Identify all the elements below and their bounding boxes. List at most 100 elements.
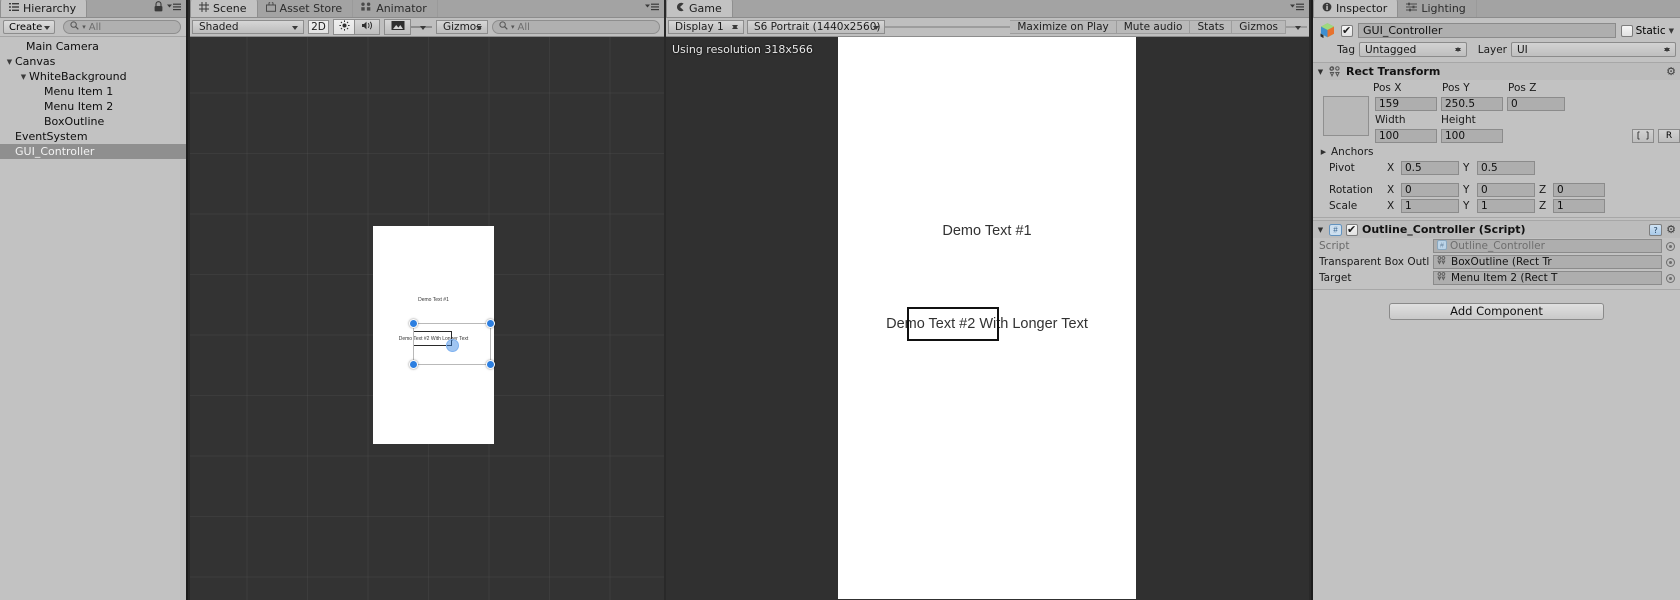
tab-animator[interactable]: Animator [353, 0, 438, 17]
game-viewport[interactable]: Using resolution 318x566 Demo Text #1 De… [666, 37, 1309, 600]
transparent-box-outline-field[interactable]: BoxOutline (Rect Tr [1433, 255, 1662, 269]
create-button[interactable]: Create [3, 20, 56, 34]
pos-z-field[interactable]: 0 [1507, 97, 1565, 111]
scene-fx-dropdown[interactable] [411, 26, 432, 30]
resize-handle-bottom-right[interactable] [486, 360, 495, 369]
script-value: Outline_Controller [1450, 240, 1545, 252]
rotation-y-field[interactable]: 0 [1477, 183, 1535, 197]
transparent-box-outline-picker[interactable] [1666, 257, 1675, 267]
game-tabbar: Game [666, 0, 1309, 18]
game-panel: Game Display 1 S6 Portrait (1440x2560) M… [666, 0, 1309, 600]
outline-controller-header[interactable]: ▼ # Outline_Controller (Script) ? ⚙ [1313, 221, 1680, 238]
hierarchy-item-label: Canvas [15, 55, 56, 68]
game-gizmos-dropdown[interactable] [1286, 26, 1307, 30]
scene-search-input[interactable]: ▾ All [492, 20, 660, 34]
resize-handle-bottom-left[interactable] [409, 360, 418, 369]
tab-hierarchy-label: Hierarchy [23, 2, 77, 15]
scale-x-field[interactable]: 1 [1401, 199, 1459, 213]
tab-hierarchy[interactable]: Hierarchy [0, 0, 88, 17]
gameobject-enabled-checkbox[interactable] [1341, 24, 1353, 37]
hierarchy-item-menu-item-2[interactable]: Menu Item 2 [0, 99, 186, 114]
layer-dropdown[interactable]: UI [1511, 42, 1676, 57]
scale-y-field[interactable]: 1 [1477, 199, 1535, 213]
scene-gizmos-dropdown[interactable]: Gizmos [436, 20, 488, 34]
pos-x-field[interactable]: 159 [1375, 97, 1437, 111]
anchors-foldout-row[interactable]: ▶ Anchors [1313, 144, 1680, 160]
panel-menu-icon[interactable] [167, 2, 181, 15]
gameobject-name-field[interactable]: GUI_Controller [1358, 23, 1616, 38]
game-aspect-dropdown[interactable]: S6 Portrait (1440x2560) [747, 20, 885, 34]
static-toggle-group[interactable]: Static ▼ [1620, 24, 1676, 37]
rect-transform-header[interactable]: ▼ Rect Transform ⚙ [1313, 63, 1680, 80]
mute-audio-toggle[interactable]: Mute audio [1116, 20, 1191, 34]
script-enabled-checkbox[interactable] [1346, 223, 1358, 236]
pivot-handle[interactable] [446, 339, 459, 352]
hierarchy-tabbar-controls [154, 0, 186, 17]
game-canvas: Demo Text #1 Demo Text #2 With Longer Te… [838, 37, 1136, 599]
pivot-x-field[interactable]: 0.5 [1401, 161, 1459, 175]
hierarchy-item-eventsystem[interactable]: EventSystem [0, 129, 186, 144]
width-field[interactable]: 100 [1375, 129, 1437, 143]
foldout-icon[interactable]: ▶ [1319, 148, 1328, 156]
panel-menu-icon[interactable] [645, 2, 659, 15]
tab-asset-store[interactable]: Asset Store [257, 0, 354, 17]
search-filter-chevron-icon[interactable]: ▾ [511, 23, 515, 31]
scale-z-field[interactable]: 1 [1553, 199, 1605, 213]
stats-toggle[interactable]: Stats [1190, 20, 1233, 34]
resize-handle-top-right[interactable] [486, 319, 495, 328]
raw-edit-button[interactable]: R [1658, 129, 1680, 143]
rotation-row: Rotation X 0 Y 0 Z 0 [1313, 182, 1680, 198]
lighting-icon [1406, 2, 1418, 15]
gear-icon[interactable]: ⚙ [1666, 223, 1676, 236]
script-object-picker[interactable] [1666, 241, 1675, 251]
scene-2d-toggle[interactable]: 2D [308, 20, 329, 34]
scene-fx-toggle[interactable] [384, 19, 411, 35]
rotation-x-field[interactable]: 0 [1401, 183, 1459, 197]
tag-dropdown[interactable]: Untagged [1359, 42, 1467, 57]
game-display-dropdown[interactable]: Display 1 [668, 20, 744, 34]
chevron-down-icon[interactable]: ▼ [1669, 27, 1674, 35]
hierarchy-search-input[interactable]: ▾ All [63, 20, 181, 34]
tab-lighting[interactable]: Lighting [1398, 0, 1477, 17]
tab-game[interactable]: Game [666, 0, 733, 17]
pivot-y-field[interactable]: 0.5 [1477, 161, 1535, 175]
expander-open-icon[interactable]: ▼ [4, 58, 15, 66]
target-field[interactable]: Menu Item 2 (Rect T [1433, 271, 1662, 285]
static-checkbox[interactable] [1620, 24, 1633, 37]
gear-icon[interactable]: ⚙ [1666, 65, 1676, 78]
scene-tabbar: Scene Asset Store Animator [190, 0, 664, 18]
lock-icon[interactable] [154, 1, 163, 15]
hierarchy-item-boxoutline[interactable]: BoxOutline [0, 114, 186, 129]
resize-handle-top-left[interactable] [409, 319, 418, 328]
height-field[interactable]: 100 [1441, 129, 1503, 143]
scene-viewport[interactable]: Demo Text #1 Demo Text #2 With Longer Te… [190, 37, 664, 600]
foldout-icon[interactable]: ▼ [1316, 226, 1325, 234]
scene-audio-toggle[interactable] [355, 19, 380, 35]
tab-inspector[interactable]: Inspector [1313, 0, 1399, 17]
rotation-z-field[interactable]: 0 [1553, 183, 1605, 197]
add-component-wrap: Add Component [1313, 290, 1680, 320]
scene-lighting-toggle[interactable] [333, 19, 355, 35]
anchor-preset-preview[interactable] [1323, 96, 1369, 136]
hierarchy-item-canvas[interactable]: ▼ Canvas [0, 54, 186, 69]
maximize-on-play-label: Maximize on Play [1017, 21, 1109, 33]
search-filter-chevron-icon[interactable]: ▾ [82, 23, 86, 31]
hierarchy-item-menu-item-1[interactable]: Menu Item 1 [0, 84, 186, 99]
hierarchy-item-gui-controller[interactable]: GUI_Controller [0, 144, 186, 159]
help-icon[interactable]: ? [1649, 223, 1663, 236]
game-gizmos-label: Gizmos [1239, 21, 1278, 33]
expander-open-icon[interactable]: ▼ [18, 73, 29, 81]
target-picker[interactable] [1666, 273, 1675, 283]
pos-y-field[interactable]: 250.5 [1441, 97, 1503, 111]
game-gizmos-button[interactable]: Gizmos [1232, 20, 1286, 34]
panel-menu-icon[interactable] [1290, 2, 1304, 15]
tab-scene[interactable]: Scene [190, 0, 258, 17]
foldout-icon[interactable]: ▼ [1316, 68, 1325, 76]
scene-draw-mode-dropdown[interactable]: Shaded [192, 20, 304, 34]
maximize-on-play-toggle[interactable]: Maximize on Play [1010, 20, 1117, 34]
hierarchy-tree[interactable]: ▼ Main Camera ▼ Canvas ▼ WhiteBackground… [0, 37, 186, 600]
hierarchy-item-main-camera[interactable]: ▼ Main Camera [0, 39, 186, 54]
add-component-button[interactable]: Add Component [1389, 303, 1604, 320]
hierarchy-item-whitebackground[interactable]: ▼ WhiteBackground [0, 69, 186, 84]
blueprint-mode-button[interactable] [1632, 129, 1654, 143]
